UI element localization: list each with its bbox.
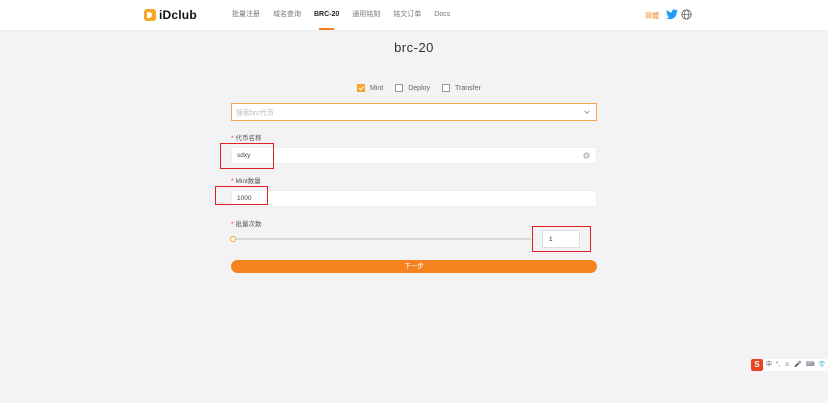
token-search-select[interactable]: 搜索brc代币: [231, 103, 597, 121]
brand-logo[interactable]: iDclub: [144, 8, 197, 22]
op-mint[interactable]: Mint: [357, 84, 383, 92]
mint-amount-input[interactable]: 1000: [231, 190, 597, 207]
ime-lang-toggle[interactable]: 中: [766, 359, 772, 371]
ime-skin-icon[interactable]: 👕: [818, 359, 825, 371]
batch-count-slider-track[interactable]: [233, 238, 531, 240]
ime-mic-icon[interactable]: 🎤: [794, 359, 801, 371]
top-nav-bar: iDclub 批量注册 域名查询 BRC-20 通用铭刻 铭文订单 Docs 简…: [0, 0, 828, 31]
op-transfer[interactable]: Transfer: [442, 84, 481, 92]
transfer-checkbox[interactable]: [442, 84, 451, 92]
transfer-label: Transfer: [455, 84, 481, 92]
token-name-input[interactable]: sdxy: [231, 147, 597, 164]
nav-item-general-inscribe[interactable]: 通用铭刻: [352, 0, 380, 30]
ime-toolbar: S 中 °, ☺ 🎤 ⌨ 👕 ⋮⋮: [751, 359, 828, 371]
brand-name: iDclub: [159, 8, 197, 22]
deploy-checkbox[interactable]: [395, 84, 404, 92]
main-nav: 批量注册 域名查询 BRC-20 通用铭刻 铭文订单 Docs: [232, 0, 463, 30]
op-deploy[interactable]: Deploy: [395, 84, 430, 92]
highlight-box-batch-count: [532, 226, 591, 252]
logo-icon: [144, 9, 156, 21]
nav-item-domain-search[interactable]: 域名查询: [273, 0, 301, 30]
ime-keyboard-icon[interactable]: ⌨: [806, 359, 815, 371]
mint-label: Mint: [370, 84, 384, 92]
batch-count-slider-handle[interactable]: [230, 236, 236, 242]
twitter-icon[interactable]: [666, 9, 678, 20]
token-search-placeholder: 搜索brc代币: [236, 110, 274, 117]
globe-icon[interactable]: [681, 9, 692, 20]
ime-emoji-icon[interactable]: ☺: [784, 359, 790, 371]
deploy-label: Deploy: [408, 84, 431, 92]
next-step-button[interactable]: 下一步: [231, 260, 597, 273]
nav-item-inscription-orders[interactable]: 铭文订单: [393, 0, 421, 30]
highlight-box-mint-amount: [215, 186, 268, 205]
nav-item-brc20[interactable]: BRC-20: [314, 0, 339, 30]
nav-item-docs[interactable]: Docs: [434, 0, 450, 30]
nav-item-batch-register[interactable]: 批量注册: [232, 0, 260, 30]
highlight-box-token-name: [220, 143, 274, 169]
sogou-ime-logo[interactable]: S: [751, 359, 763, 371]
ime-punctuation-toggle[interactable]: °,: [776, 359, 780, 371]
operation-checkbox-group: Mint Deploy Transfer: [357, 84, 493, 92]
clear-icon[interactable]: [583, 152, 590, 159]
language-switch[interactable]: 简體: [645, 11, 659, 21]
batch-count-label: * 批量次数: [231, 221, 262, 228]
page-title: brc-20: [394, 40, 434, 55]
mint-amount-label: * Mint数量: [231, 178, 261, 185]
chevron-down-icon: [584, 110, 590, 114]
token-name-label: * 代币名称: [231, 135, 262, 142]
mint-checkbox[interactable]: [357, 84, 365, 92]
